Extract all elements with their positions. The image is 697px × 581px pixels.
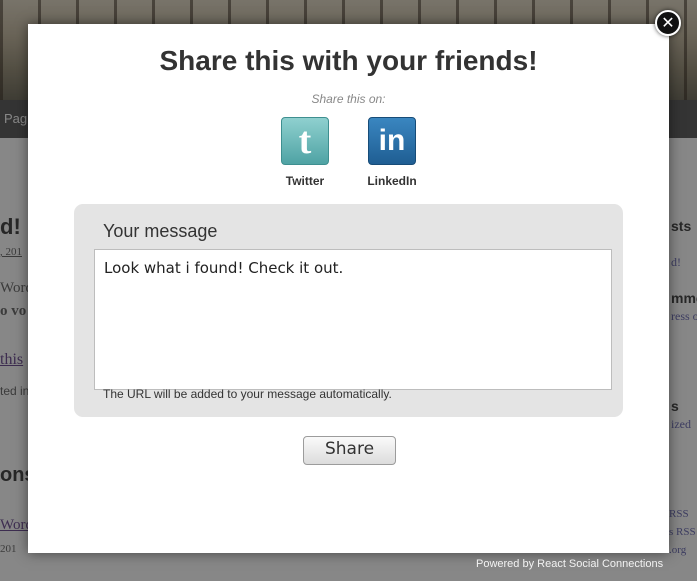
share-on-label: Share this on: [311,92,386,106]
dialog-title: Share this with your friends! [159,45,538,76]
linkedin-icon[interactable]: in [368,117,416,165]
message-panel: Your message Look what i found! Check it… [74,204,623,417]
share-dialog: Share this with your friends! Share this… [28,24,669,553]
message-label: Your message [103,221,218,241]
twitter-icon[interactable]: t [281,117,329,165]
share-button[interactable]: Share [303,436,396,465]
twitter-label[interactable]: Twitter [265,174,345,188]
twitter-share-button[interactable]: t Twitter [265,117,345,188]
url-note: The URL will be added to your message au… [103,387,392,401]
close-icon[interactable]: ✕ [655,10,681,36]
linkedin-label[interactable]: LinkedIn [352,174,432,188]
message-textarea[interactable]: Look what i found! Check it out. [94,249,612,390]
powered-by-text: Powered by React Social Connections [476,558,664,570]
linkedin-share-button[interactable]: in LinkedIn [352,117,432,188]
